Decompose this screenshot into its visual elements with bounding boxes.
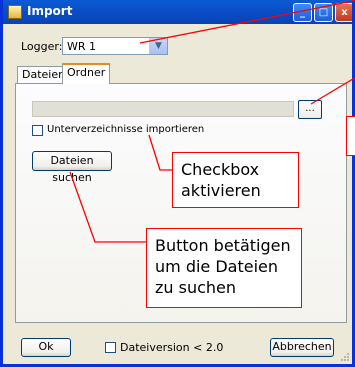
logger-select[interactable]: WR 1 ▼ (62, 37, 168, 55)
subdirs-label: Unterverzeichnisse importieren (47, 124, 205, 135)
minimize-button[interactable]: _ (293, 3, 312, 22)
title-bar[interactable]: Import _ □ x (3, 0, 352, 24)
chevron-down-icon[interactable]: ▼ (149, 38, 167, 54)
ok-button[interactable]: Ok (21, 338, 71, 357)
minimize-icon: _ (300, 7, 305, 18)
file-version-checkbox[interactable] (105, 342, 116, 353)
folder-path-field[interactable] (32, 101, 294, 117)
maximize-icon: □ (318, 7, 329, 18)
logger-value: WR 1 (67, 40, 97, 53)
cancel-button[interactable]: Abbrechen (270, 338, 334, 357)
subdirs-checkbox[interactable] (32, 125, 43, 136)
search-files-label: Dateien suchen (50, 154, 94, 184)
close-icon: x (341, 7, 348, 18)
close-button[interactable]: x (335, 3, 352, 22)
search-files-button[interactable]: Dateien suchen (32, 151, 112, 184)
resize-grip-icon[interactable] (340, 352, 350, 362)
cancel-label: Abbrechen (272, 340, 332, 353)
file-version-label: Dateiversion < 2.0 (120, 341, 224, 354)
checkbox-callout: Checkbox aktivieren (172, 152, 299, 208)
button-callout: Button betätigen um die Dateien zu suche… (146, 228, 302, 308)
logger-label: Logger: (21, 40, 63, 53)
browse-folder-button[interactable]: ... (298, 100, 322, 119)
tab-label: Dateien (22, 68, 66, 81)
app-icon (8, 5, 22, 19)
tab-ordner[interactable]: Ordner (62, 63, 111, 84)
tab-label: Ordner (67, 66, 106, 79)
ok-label: Ok (38, 340, 54, 353)
window-title: Import (27, 4, 73, 18)
maximize-button[interactable]: □ (314, 3, 333, 22)
offscreen-callout (346, 116, 355, 156)
browse-label: ... (305, 103, 315, 114)
